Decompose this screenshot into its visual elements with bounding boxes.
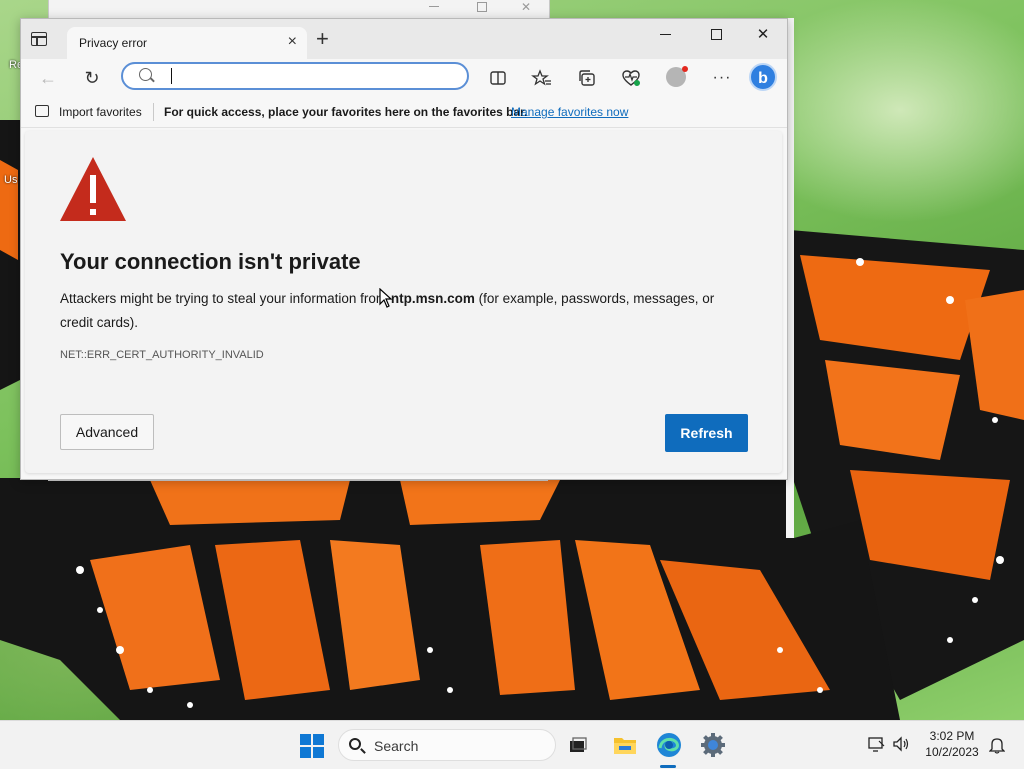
import-favorites-button[interactable]: Import favorites <box>59 105 142 119</box>
import-icon[interactable] <box>35 105 49 117</box>
minimize-button[interactable] <box>646 25 686 45</box>
edge-browser-window: Privacy error × + ✕ ← ↻ ··· b Import fav… <box>20 18 788 480</box>
taskbar-search[interactable]: Search <box>338 729 556 761</box>
refresh-button[interactable]: Refresh <box>665 414 748 452</box>
warning-icon <box>60 157 126 221</box>
file-explorer-icon[interactable] <box>611 731 639 759</box>
title-bar: Privacy error × + ✕ <box>21 19 787 59</box>
network-icon[interactable] <box>867 735 885 753</box>
profile-avatar[interactable] <box>666 66 688 87</box>
tab-privacy-error[interactable]: Privacy error × <box>67 27 307 59</box>
advanced-button[interactable]: Advanced <box>60 414 154 450</box>
favorites-bar-message: For quick access, place your favorites h… <box>164 105 528 119</box>
refresh-icon[interactable]: ↻ <box>81 67 103 89</box>
maximize-button[interactable] <box>697 25 737 45</box>
search-icon <box>139 68 152 81</box>
error-description-text: Attackers might be trying to steal your … <box>60 291 391 306</box>
search-icon <box>349 738 361 750</box>
collections-icon[interactable] <box>576 67 598 89</box>
settings-icon[interactable] <box>699 731 727 759</box>
mouse-cursor-icon <box>379 288 393 308</box>
start-icon[interactable] <box>300 734 324 758</box>
address-bar[interactable] <box>121 62 469 90</box>
back-arrow-icon[interactable]: ← <box>37 67 59 89</box>
favorites-bar: Import favorites For quick access, place… <box>21 97 787 128</box>
task-view-icon[interactable] <box>564 731 592 759</box>
notifications-bell-icon[interactable] <box>989 736 1005 754</box>
more-icon[interactable]: ··· <box>711 67 733 89</box>
taskbar: Search 3:02 PM 10/2/2023 <box>0 720 1024 769</box>
browser-essentials-icon[interactable] <box>620 67 642 89</box>
error-code: NET::ERR_CERT_AUTHORITY_INVALID <box>60 349 264 361</box>
text-caret <box>171 68 172 84</box>
tab-actions-icon[interactable] <box>31 32 47 46</box>
clock-date: 10/2/2023 <box>925 745 979 759</box>
volume-icon[interactable] <box>892 735 910 753</box>
divider <box>153 103 154 121</box>
copilot-icon[interactable]: b <box>749 63 777 91</box>
favorites-icon[interactable] <box>531 67 553 89</box>
clock-time: 3:02 PM <box>929 729 975 743</box>
new-tab-icon[interactable]: + <box>316 28 329 50</box>
error-host: ntp.msn.com <box>390 291 475 306</box>
taskbar-search-label: Search <box>374 738 419 754</box>
navigation-toolbar: ← ↻ ··· b <box>21 59 787 97</box>
page-title: Your connection isn't private <box>60 249 361 274</box>
tab-title: Privacy error <box>79 36 148 50</box>
desktop-icon-label[interactable]: Us <box>4 174 17 186</box>
error-page: Your connection isn't private Attackers … <box>25 131 782 473</box>
system-clock[interactable]: 3:02 PM 10/2/2023 <box>920 728 984 760</box>
manage-favorites-link[interactable]: Manage favorites now <box>511 105 628 119</box>
split-screen-icon[interactable] <box>487 67 509 89</box>
edge-icon[interactable] <box>655 731 683 759</box>
close-window-button[interactable]: ✕ <box>743 25 783 45</box>
error-description: Attackers might be trying to steal your … <box>60 287 750 335</box>
tab-close-icon[interactable]: × <box>288 34 297 50</box>
